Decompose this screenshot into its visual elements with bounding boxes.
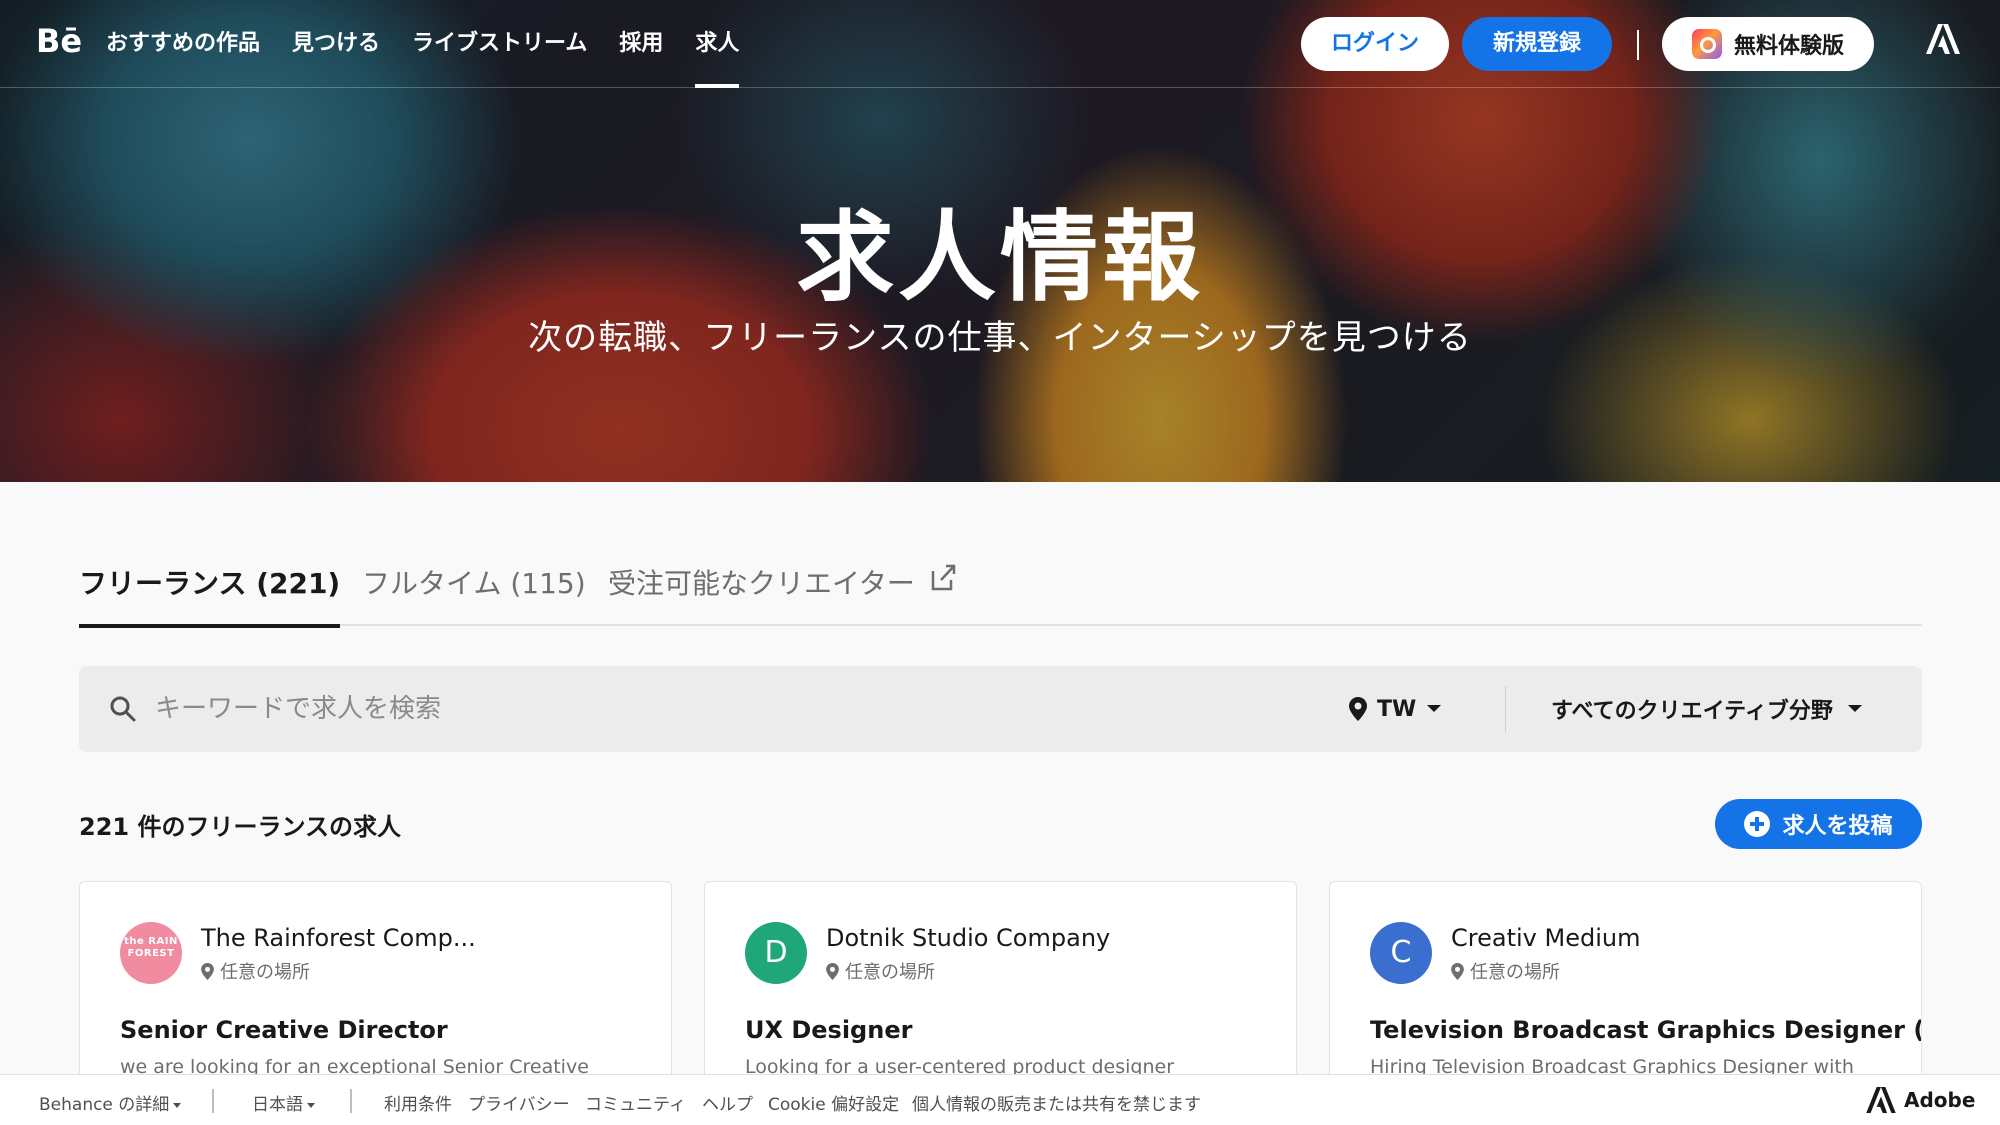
plus-circle-icon [1744,811,1771,837]
chevron-down-icon [1427,705,1442,712]
adobe-logo-icon[interactable] [1926,24,1960,54]
footer-divider [350,1089,352,1113]
result-count: 221 件のフリーランスの求人 [79,813,401,841]
caret-down-icon [173,1102,182,1108]
job-title[interactable]: Television Broadcast Graphics Designer (… [1370,1016,1921,1044]
footer-link-privacy[interactable]: プライバシー [468,1090,570,1115]
footer-adobe-label: Adobe [1904,1088,1976,1112]
search-input[interactable] [155,684,1255,734]
job-title[interactable]: Senior Creative Director [120,1016,448,1044]
nav-link-discover[interactable]: 見つける [292,0,380,88]
caret-down-icon [307,1102,315,1108]
company-avatar: C [1370,922,1432,984]
post-job-label: 求人を投稿 [1782,814,1893,839]
footer-link-cookie[interactable]: Cookie 偏好設定 [768,1090,899,1115]
page-subtitle: 次の転職、フリーランスの仕事、インターシップを見つける [528,318,1472,358]
language-label: 日本語 [252,1095,303,1115]
nav-link-livestream[interactable]: ライブストリーム [412,0,587,88]
behance-logo[interactable]: Bē [36,22,82,60]
job-location-label: 任意の場所 [1470,962,1560,983]
job-location: 任意の場所 [826,958,935,984]
location-pin-icon [1349,697,1367,721]
footer-divider [212,1089,214,1113]
job-location: 任意の場所 [1451,958,1560,984]
category-filter[interactable]: すべてのクリエイティブ分野 [1551,666,1863,752]
job-location-label: 任意の場所 [845,962,935,983]
location-pin-icon [1451,962,1464,980]
footer-link-community[interactable]: コミュニティ [585,1090,686,1115]
category-filter-value: すべてのクリエイティブ分野 [1551,699,1833,724]
nav-link-featured[interactable]: おすすめの作品 [106,0,260,88]
job-title[interactable]: UX Designer [745,1016,912,1044]
post-job-button[interactable]: 求人を投稿 [1715,799,1922,849]
nav-link-hire[interactable]: 採用 [619,0,663,88]
tab-available-creators[interactable]: 受注可能なクリエイター [608,562,957,626]
company-name[interactable]: Creativ Medium [1451,924,1640,952]
footer-adobe-brand[interactable]: Adobe [1866,1087,1975,1113]
footer: Behance の詳細 日本語 利用条件 プライバシー コミュニティ ヘルプ C… [0,1074,2000,1125]
page-title: 求人情報 [795,201,1204,315]
tab-fulltime[interactable]: フルタイム (115) [362,562,586,626]
company-name[interactable]: The Rainforest Comp... [201,924,476,952]
footer-more-menu[interactable]: Behance の詳細 [39,1090,182,1115]
company-avatar: D [745,922,807,984]
creative-cloud-icon [1691,29,1722,59]
location-filter-value: TW [1377,696,1417,722]
company-avatar: the RAIN FOREST [120,922,182,984]
footer-link-do-not-sell[interactable]: 個人情報の販売または共有を禁じます [912,1090,1201,1115]
language-selector[interactable]: 日本語 [252,1090,315,1115]
job-location-label: 任意の場所 [220,962,310,983]
tab-available-creators-label: 受注可能なクリエイター [608,567,915,600]
signup-button[interactable]: 新規登録 [1462,17,1612,71]
search-icon [110,696,136,722]
footer-link-help[interactable]: ヘルプ [702,1090,753,1115]
free-trial-button[interactable]: 無料体験版 [1662,17,1874,71]
footer-more-label: Behance の詳細 [39,1095,170,1115]
job-card[interactable]: D Dotnik Studio Company 任意の場所 UX Designe… [704,881,1297,1081]
nav-divider [1637,30,1639,60]
search-bar: TW すべてのクリエイティブ分野 [79,666,1922,752]
job-card[interactable]: the RAIN FOREST The Rainforest Comp... 任… [79,881,672,1081]
filter-divider [1505,686,1506,732]
adobe-logo-icon [1866,1087,1896,1113]
login-button[interactable]: ログイン [1301,17,1449,71]
free-trial-label: 無料体験版 [1733,34,1844,59]
footer-link-terms[interactable]: 利用条件 [384,1090,452,1115]
chevron-down-icon [1847,705,1862,712]
job-type-tabs: フリーランス (221) フルタイム (115) 受注可能なクリエイター [79,548,1922,628]
nav-links: おすすめの作品 見つける ライブストリーム 採用 求人 [106,0,740,88]
job-location: 任意の場所 [201,958,310,984]
location-filter[interactable]: TW [1349,666,1442,752]
tab-freelance[interactable]: フリーランス (221) [79,562,341,628]
job-card[interactable]: C Creativ Medium 任意の場所 Television Broadc… [1329,881,1922,1081]
top-navigation: Bē おすすめの作品 見つける ライブストリーム 採用 求人 ログイン 新規登録… [0,0,2000,88]
location-pin-icon [826,962,839,980]
nav-link-jobs[interactable]: 求人 [695,0,740,88]
external-link-icon [931,564,956,591]
company-name[interactable]: Dotnik Studio Company [826,924,1110,952]
location-pin-icon [201,962,214,980]
